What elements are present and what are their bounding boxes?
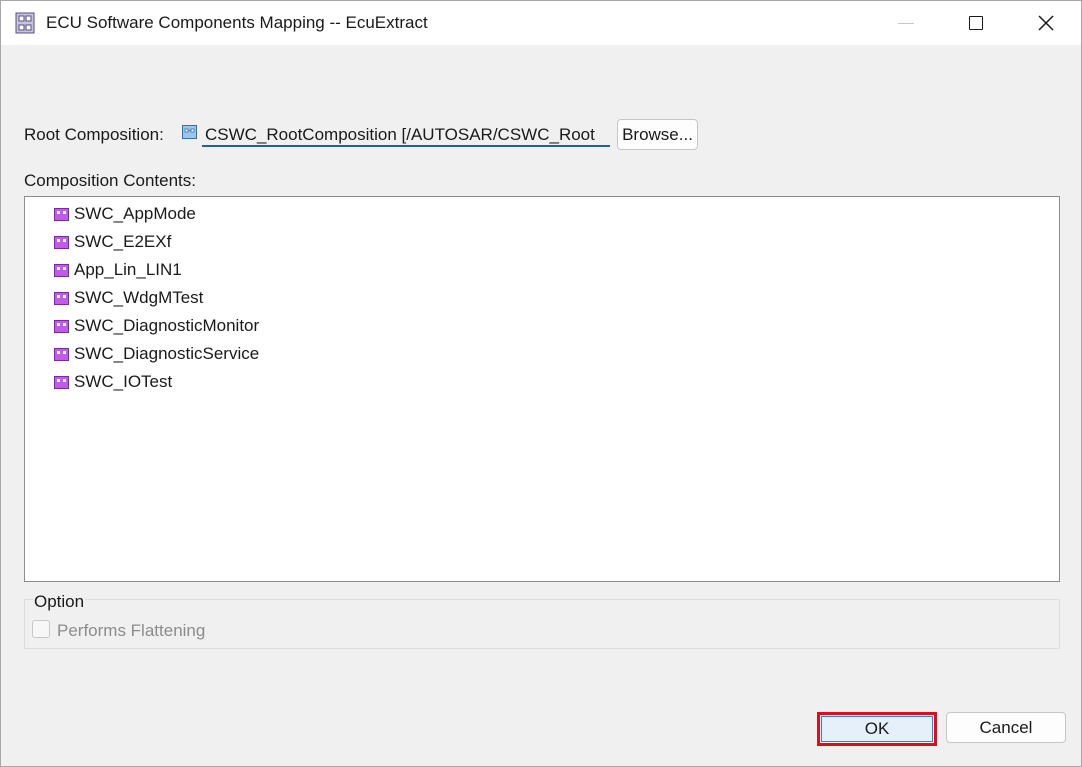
software-component-icon bbox=[54, 263, 69, 277]
software-component-icon bbox=[54, 319, 69, 333]
window-title: ECU Software Components Mapping -- EcuEx… bbox=[46, 13, 428, 32]
list-item-label: SWC_WdgMTest bbox=[74, 288, 204, 307]
list-item[interactable]: SWC_AppMode bbox=[54, 202, 196, 226]
list-item-label: SWC_AppMode bbox=[74, 204, 196, 223]
title-bar[interactable]: ECU Software Components Mapping -- EcuEx… bbox=[1, 1, 1081, 45]
root-composition-field[interactable]: CSWC_RootComposition [/AUTOSAR/CSWC_Root bbox=[202, 121, 610, 147]
maximize-icon bbox=[969, 16, 983, 30]
dialog-window: ECU Software Components Mapping -- EcuEx… bbox=[0, 0, 1082, 767]
composition-icon bbox=[182, 125, 197, 139]
composition-contents-list[interactable]: SWC_AppMode SWC_E2EXf App_Lin_LIN1 SWC_W… bbox=[24, 196, 1060, 582]
list-item[interactable]: App_Lin_LIN1 bbox=[54, 258, 182, 282]
performs-flattening-label: Performs Flattening bbox=[57, 621, 206, 640]
app-icon bbox=[15, 12, 35, 34]
software-component-icon bbox=[54, 347, 69, 361]
maximize-button[interactable] bbox=[941, 1, 1011, 45]
cancel-button[interactable]: Cancel bbox=[946, 712, 1066, 743]
list-item[interactable]: SWC_E2EXf bbox=[54, 230, 171, 254]
performs-flattening-checkbox[interactable] bbox=[32, 620, 50, 638]
list-item-label: App_Lin_LIN1 bbox=[74, 260, 182, 279]
software-component-icon bbox=[54, 375, 69, 389]
composition-contents-label: Composition Contents: bbox=[24, 171, 196, 190]
list-item-label: SWC_IOTest bbox=[74, 372, 173, 391]
list-item-label: SWC_DiagnosticService bbox=[74, 344, 260, 363]
minimize-icon bbox=[898, 22, 914, 24]
close-button[interactable] bbox=[1011, 1, 1081, 45]
ok-button[interactable]: OK bbox=[817, 712, 937, 746]
list-item-label: SWC_E2EXf bbox=[74, 232, 172, 251]
software-component-icon bbox=[54, 291, 69, 305]
software-component-icon bbox=[54, 235, 69, 249]
list-item-label: SWC_DiagnosticMonitor bbox=[74, 316, 260, 335]
list-item[interactable]: SWC_WdgMTest bbox=[54, 286, 203, 310]
software-component-icon bbox=[54, 207, 69, 221]
list-item[interactable]: SWC_IOTest bbox=[54, 370, 172, 394]
browse-button[interactable]: Browse... bbox=[617, 119, 698, 150]
root-composition-label: Root Composition: bbox=[24, 125, 164, 144]
minimize-button[interactable] bbox=[871, 1, 941, 45]
close-icon bbox=[1038, 15, 1054, 31]
list-item[interactable]: SWC_DiagnosticService bbox=[54, 342, 259, 366]
option-legend: Option bbox=[33, 592, 86, 612]
ok-button-label: OK bbox=[864, 719, 890, 738]
list-item[interactable]: SWC_DiagnosticMonitor bbox=[54, 314, 259, 338]
